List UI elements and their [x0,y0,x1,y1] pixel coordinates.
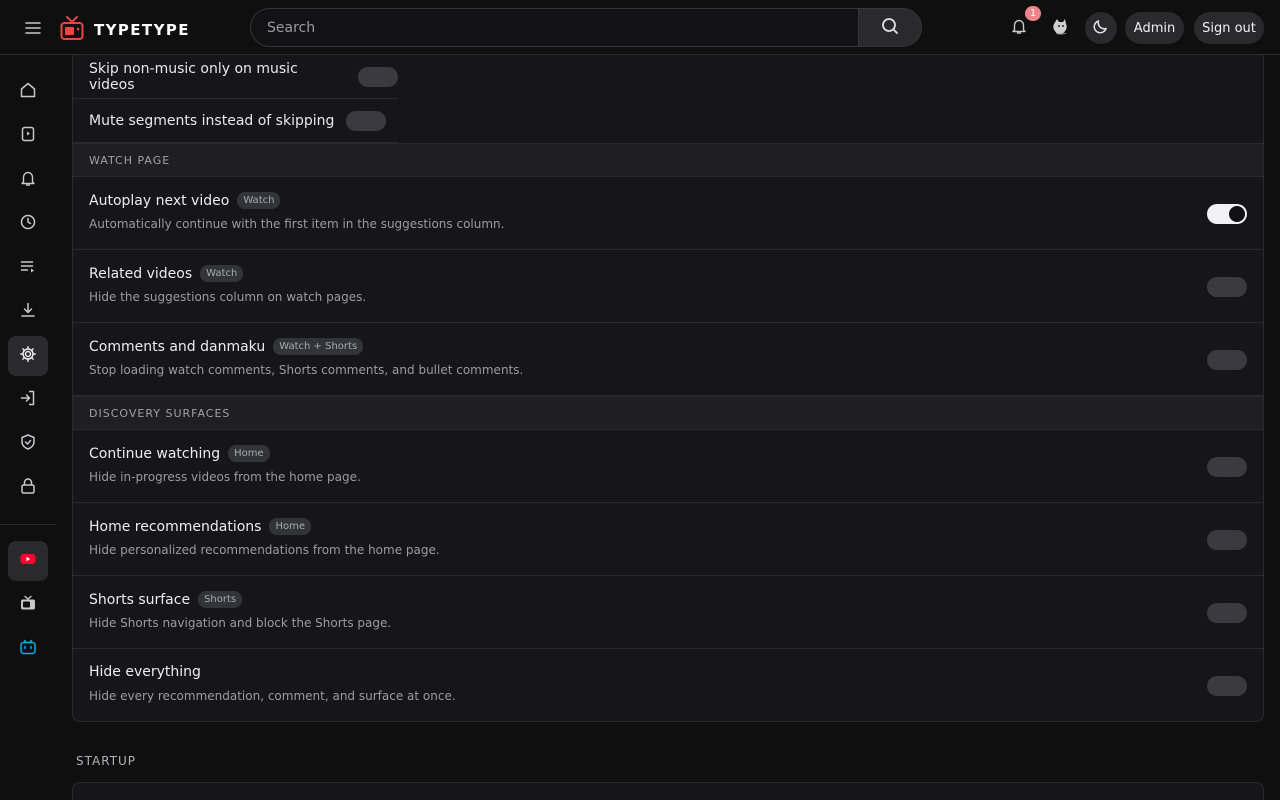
search-button[interactable] [858,8,922,47]
search-icon [881,17,899,39]
login-icon [19,389,37,411]
section-header-watch-page: WATCH PAGE [73,143,1263,177]
setting-row-continue-watching: Continue watching Home Hide in-progress … [73,430,1263,503]
sidebar-item-security[interactable] [8,424,48,464]
setting-tag: Watch + Shorts [273,338,364,355]
avatar[interactable] [1044,11,1078,45]
gear-icon [19,345,37,367]
section-header-discovery: DISCOVERY SURFACES [73,396,1263,430]
sidebar-item-settings[interactable] [8,336,48,376]
youtube-icon [19,550,37,572]
bilibili-icon [19,638,37,660]
sidebar-item-playlists[interactable] [8,248,48,288]
setting-row-skip-non-music: Skip non-music only on music videos [73,55,398,99]
section-title-startup: STARTUP [76,754,137,768]
tv-icon [19,594,37,616]
setting-tag: Shorts [198,591,243,608]
sidebar-item-home[interactable] [8,72,48,112]
moon-icon [1093,18,1109,38]
related-videos-toggle[interactable] [1207,277,1247,297]
setting-title: Autoplay next video [89,192,230,209]
setting-tag: Watch [200,265,244,282]
subscriptions-icon [19,125,37,147]
sidebar-item-notifications[interactable] [8,160,48,200]
theme-toggle-button[interactable] [1085,12,1117,44]
setting-tag: Home [228,445,270,462]
setting-row-hide-everything: Hide everything Hide every recommendatio… [73,649,1263,721]
history-icon [19,213,37,235]
home-icon [19,81,37,103]
sidebar-item-history[interactable] [8,204,48,244]
setting-description: Hide Shorts navigation and block the Sho… [89,616,392,630]
search-bar [250,8,922,47]
continue-watching-toggle[interactable] [1207,457,1247,477]
setting-title: Shorts surface [89,591,191,608]
setting-description: Automatically continue with the first it… [89,217,505,231]
notification-badge: 1 [1025,6,1041,21]
setting-row-comments: Comments and danmaku Watch + Shorts Stop… [73,323,1263,396]
sign-out-button[interactable]: Sign out [1194,12,1264,44]
admin-button[interactable]: Admin [1125,12,1184,44]
sidebar-divider [0,524,56,525]
setting-row-home-recommendations: Home recommendations Home Hide personali… [73,503,1263,576]
skip-non-music-toggle[interactable] [358,66,398,87]
setting-label: Skip non-music only on music videos [89,60,298,93]
hide-everything-toggle[interactable] [1207,676,1247,696]
setting-title: Continue watching [89,445,221,462]
setting-title: Home recommendations [89,518,262,535]
sidebar-item-subscriptions[interactable] [8,116,48,156]
shorts-surface-toggle[interactable] [1207,603,1247,623]
sidebar-item-privacy[interactable] [8,468,48,508]
startup-panel [72,782,1264,800]
sidebar-source-youtube[interactable] [8,541,48,581]
sidebar-source-tv[interactable] [8,585,48,625]
top-bar: TYPETYPE 1 Admin Sign out [0,0,1280,55]
tv-logo-icon [60,15,84,45]
mute-segments-toggle[interactable] [346,110,387,131]
autoplay-toggle[interactable] [1207,204,1247,224]
settings-panel: Skip non-music only on music videos Mute… [72,55,1264,722]
home-recommendations-toggle[interactable] [1207,530,1247,550]
lock-icon [19,477,37,499]
bell-icon [1010,17,1028,39]
shield-check-icon [19,433,37,455]
download-icon [19,301,37,323]
sidebar [0,56,56,800]
setting-description: Hide personalized recommendations from t… [89,543,440,557]
cat-avatar-icon [1052,16,1070,40]
setting-description: Hide the suggestions column on watch pag… [89,290,367,304]
setting-description: Hide every recommendation, comment, and … [89,689,456,703]
setting-tag: Watch [237,192,281,209]
playlist-icon [19,257,37,279]
sidebar-item-login[interactable] [8,380,48,420]
setting-row-shorts-surface: Shorts surface Shorts Hide Shorts naviga… [73,576,1263,649]
setting-row-mute-segments: Mute segments instead of skipping [73,99,398,143]
comments-toggle[interactable] [1207,350,1247,370]
setting-title: Related videos [89,265,193,282]
setting-title: Comments and danmaku [89,338,266,355]
setting-label: Mute segments instead of skipping [89,112,335,129]
search-input[interactable] [250,8,858,47]
setting-tag: Home [269,518,311,535]
setting-row-related-videos: Related videos Watch Hide the suggestion… [73,250,1263,323]
logo-text: TYPETYPE [94,21,190,39]
setting-row-autoplay: Autoplay next video Watch Automatically … [73,177,1263,250]
setting-description: Hide in-progress videos from the home pa… [89,470,361,484]
sidebar-item-downloads[interactable] [8,292,48,332]
sidebar-source-bilibili[interactable] [8,629,48,669]
setting-description: Stop loading watch comments, Shorts comm… [89,363,524,377]
setting-title: Hide everything [89,664,201,680]
menu-icon[interactable] [22,17,44,39]
logo[interactable]: TYPETYPE [60,15,190,45]
bell-icon [19,169,37,191]
